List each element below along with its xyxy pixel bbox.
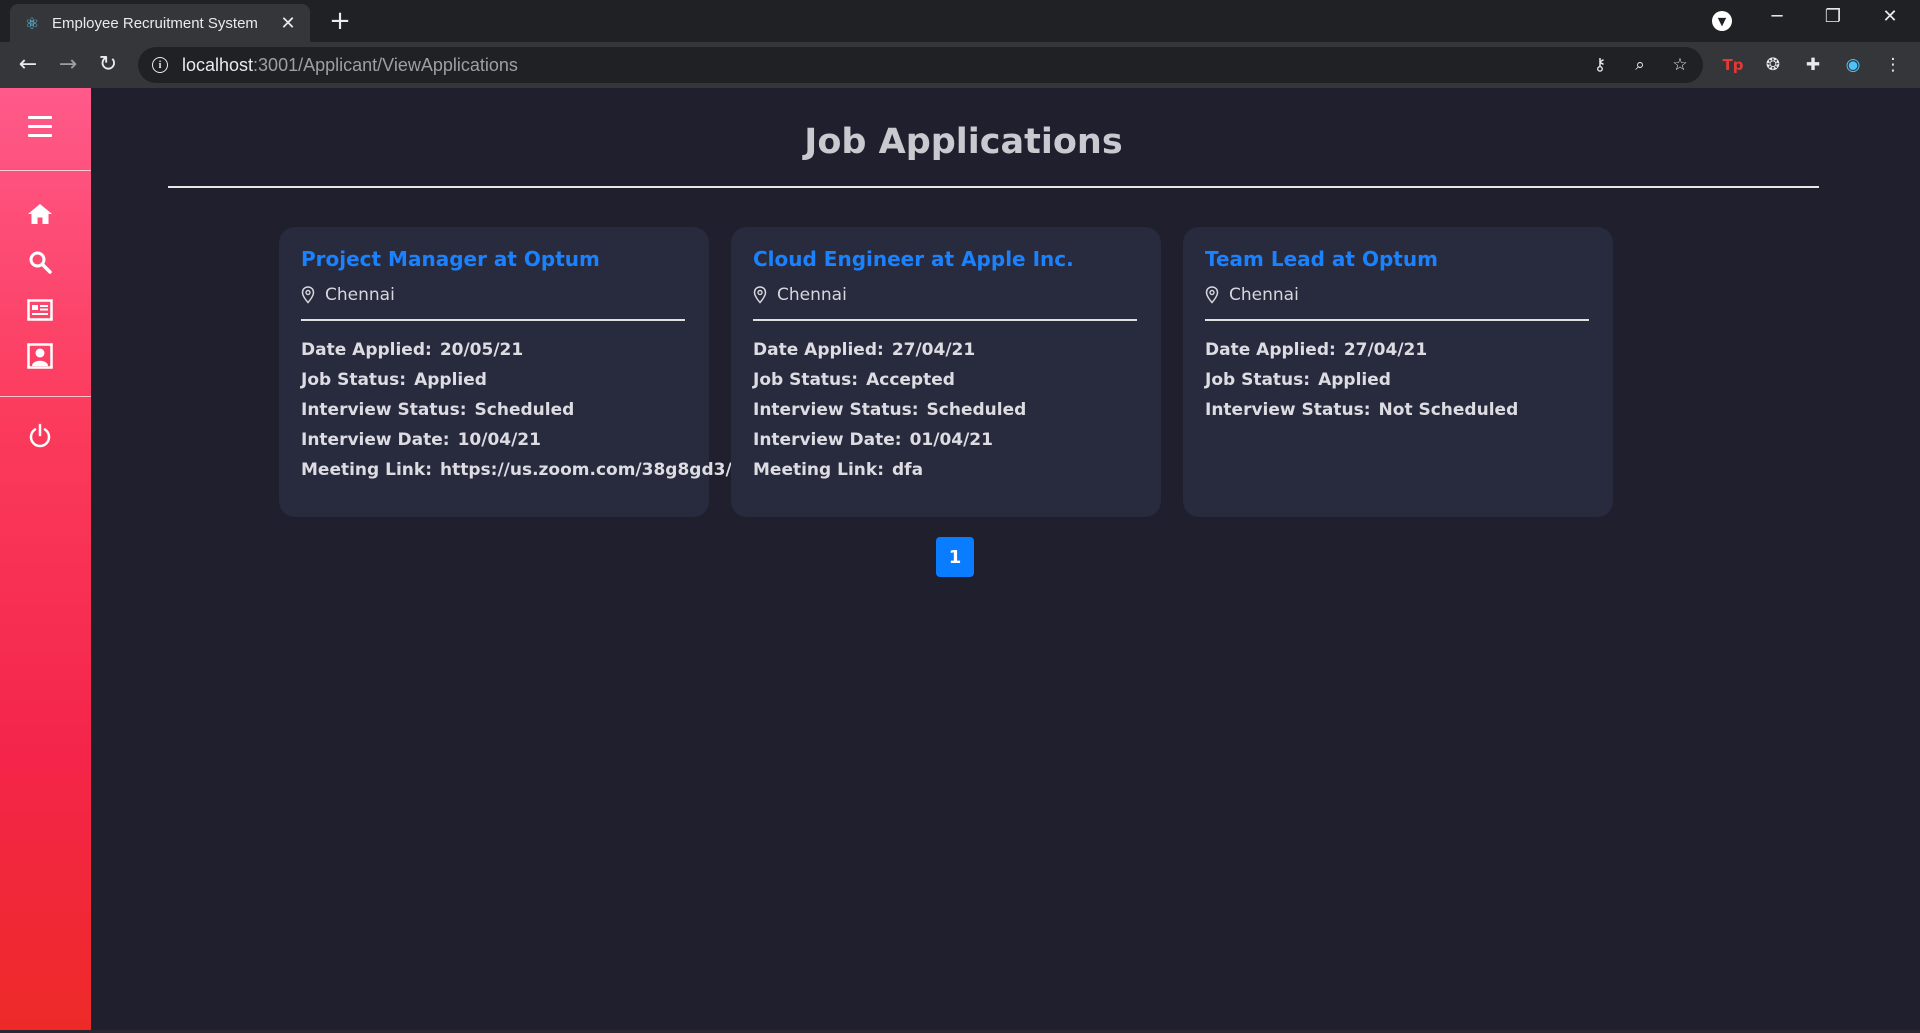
page-title: Job Applications — [804, 122, 1123, 162]
sidebar-divider — [0, 170, 91, 171]
main-content: Job Applications Project Manager at Optu… — [91, 88, 1920, 1033]
extensions-puzzle-icon[interactable]: ✚ — [1800, 52, 1826, 78]
forward-button[interactable]: → — [52, 50, 84, 80]
meeting-link-field: Meeting Link: https://us.zoom.com/38g8gd3… — [301, 460, 732, 480]
interview-status-field: Interview Status: Scheduled — [753, 400, 1027, 420]
back-button[interactable]: ← — [12, 50, 44, 80]
application-card: Project Manager at Optum Chennai Date Ap… — [279, 227, 732, 517]
location-pin-icon — [1205, 286, 1219, 304]
interview-status-field: Interview Status: Not Scheduled — [1205, 400, 1519, 420]
extension-tp-icon[interactable]: Tp — [1720, 52, 1746, 78]
zoom-icon[interactable]: ⌕ — [1628, 55, 1652, 75]
tab-title: Employee Recruitment System — [52, 14, 258, 32]
address-bar[interactable]: i localhost:3001/Applicant/ViewApplicati… — [138, 47, 1703, 83]
new-tab-button[interactable]: + — [325, 6, 355, 36]
profile-icon[interactable] — [24, 340, 56, 372]
meeting-link[interactable]: https://us.zoom.com/38g8gd3/ — [440, 460, 732, 480]
meeting-link[interactable]: dfa — [892, 460, 923, 480]
power-icon[interactable] — [24, 420, 56, 452]
applications-icon[interactable] — [24, 294, 56, 326]
sidebar — [0, 88, 91, 1033]
job-status-field: Job Status: Applied — [1205, 370, 1391, 390]
job-location: Chennai — [753, 285, 1139, 305]
job-status-field: Job Status: Accepted — [753, 370, 955, 390]
bookmark-star-icon[interactable]: ☆ — [1668, 55, 1692, 75]
job-location: Chennai — [301, 285, 687, 305]
search-icon[interactable] — [24, 246, 56, 278]
site-info-icon[interactable]: i — [152, 57, 168, 73]
menu-icon[interactable] — [24, 110, 56, 142]
key-icon[interactable]: ⚷ — [1588, 55, 1612, 75]
date-applied-field: Date Applied: 27/04/21 — [753, 340, 976, 360]
home-icon[interactable] — [24, 198, 56, 230]
card-divider — [753, 319, 1137, 321]
location-pin-icon — [753, 286, 767, 304]
pagination-page-1[interactable]: 1 — [936, 537, 974, 577]
job-status-field: Job Status: Applied — [301, 370, 487, 390]
tab-search-icon[interactable]: ▼ — [1712, 11, 1732, 31]
browser-toolbar: ← → ↻ i localhost:3001/Applicant/ViewApp… — [0, 42, 1920, 88]
location-text: Chennai — [777, 285, 847, 305]
card-divider — [1205, 319, 1589, 321]
interview-status-field: Interview Status: Scheduled — [301, 400, 575, 420]
profile-avatar-icon[interactable]: ◉ — [1840, 52, 1866, 78]
minimize-button[interactable]: ─ — [1757, 6, 1797, 27]
close-tab-icon[interactable]: ✕ — [278, 13, 298, 34]
date-applied-field: Date Applied: 20/05/21 — [301, 340, 524, 360]
card-divider — [301, 319, 685, 321]
interview-date-field: Interview Date: 10/04/21 — [301, 430, 541, 450]
location-pin-icon — [301, 286, 315, 304]
browser-tab[interactable]: ⚛ Employee Recruitment System ✕ — [10, 4, 310, 42]
title-divider — [168, 186, 1819, 188]
applications-list: Project Manager at Optum Chennai Date Ap… — [279, 227, 1613, 517]
interview-date-field: Interview Date: 01/04/21 — [753, 430, 993, 450]
url-text[interactable]: localhost:3001/Applicant/ViewApplication… — [182, 55, 518, 76]
extension-swirl-icon[interactable]: ❂ — [1760, 52, 1786, 78]
job-title[interactable]: Team Lead at Optum — [1205, 247, 1591, 271]
application-card: Team Lead at Optum Chennai Date Applied:… — [1183, 227, 1613, 517]
job-title[interactable]: Cloud Engineer at Apple Inc. — [753, 247, 1139, 271]
react-favicon-icon: ⚛ — [24, 13, 40, 33]
reload-button[interactable]: ↻ — [92, 50, 124, 80]
date-applied-field: Date Applied: 27/04/21 — [1205, 340, 1428, 360]
browser-titlebar: ⚛ Employee Recruitment System ✕ + ▼ ─ ❐ … — [0, 0, 1920, 42]
sidebar-divider — [0, 396, 91, 397]
location-text: Chennai — [1229, 285, 1299, 305]
restore-button[interactable]: ❐ — [1813, 6, 1853, 27]
job-location: Chennai — [1205, 285, 1591, 305]
browser-menu-icon[interactable]: ⋮ — [1880, 52, 1906, 78]
close-window-button[interactable]: ✕ — [1870, 6, 1910, 27]
meeting-link-field: Meeting Link: dfa — [753, 460, 924, 480]
location-text: Chennai — [325, 285, 395, 305]
job-title[interactable]: Project Manager at Optum — [301, 247, 687, 271]
application-card: Cloud Engineer at Apple Inc. Chennai Dat… — [731, 227, 1161, 517]
